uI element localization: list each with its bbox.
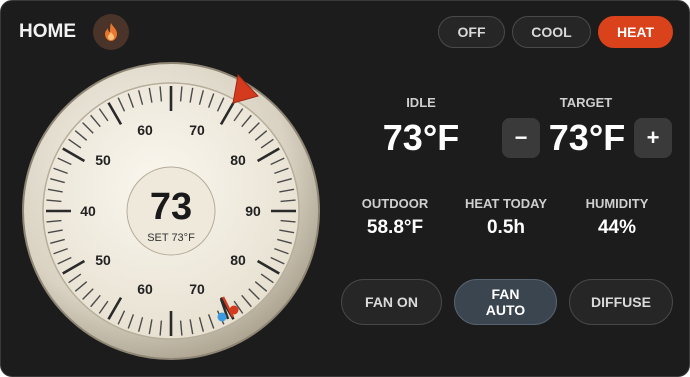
target-temp: 73°F — [548, 117, 626, 158]
dial-tick-80-top: 80 — [230, 152, 246, 168]
heat-today-label: HEAT TODAY — [464, 196, 548, 211]
mode-cool-button[interactable]: COOL — [512, 16, 591, 48]
outdoor-value: 58.8°F — [366, 217, 424, 238]
target-label: TARGET — [559, 95, 613, 110]
humidity-label: HUMIDITY — [585, 196, 649, 211]
dial-tick-50-top: 50 — [95, 152, 111, 168]
outdoor-label: OUTDOOR — [361, 196, 429, 211]
current-temp-dot — [217, 312, 227, 322]
dial-set-text: SET 73°F — [147, 232, 195, 244]
set-temp-dot — [229, 305, 239, 315]
state-label: IDLE — [406, 95, 436, 110]
state-temp: 73°F — [382, 117, 460, 158]
dial-tick-70-top: 70 — [189, 122, 205, 138]
dial-tick-60-bottom: 60 — [137, 281, 153, 297]
mode-off-button[interactable]: OFF — [438, 16, 505, 48]
decrease-target-button[interactable]: − — [502, 118, 540, 158]
dial-current-temp: 73 — [150, 186, 192, 228]
temperature-dial[interactable]: 73 SET 73°F 40 50 60 70 80 90 80 70 60 5… — [11, 61, 327, 361]
mode-heat-button[interactable]: HEAT — [598, 16, 673, 48]
dial-tick-40: 40 — [80, 203, 96, 219]
fan-on-button[interactable]: FAN ON — [341, 279, 442, 325]
thermostat-card: HOME OFF COOL HEAT 73 SET 73°F 40 50 60 … — [0, 0, 690, 377]
dial-tick-60-top: 60 — [137, 122, 153, 138]
dial-tick-50-bottom: 50 — [95, 252, 111, 268]
dial-tick-90: 90 — [245, 203, 261, 219]
fan-auto-button[interactable]: FAN AUTO — [454, 279, 557, 325]
dial-tick-80-bottom: 80 — [230, 252, 246, 268]
humidity-value: 44% — [597, 217, 637, 238]
heat-today-value: 0.5h — [486, 217, 526, 238]
dial-tick-70-bottom: 70 — [189, 281, 205, 297]
diffuse-button[interactable]: DIFFUSE — [569, 279, 673, 325]
increase-target-button[interactable]: + — [634, 118, 672, 158]
room-title: HOME — [19, 21, 76, 42]
flame-icon — [93, 14, 129, 50]
